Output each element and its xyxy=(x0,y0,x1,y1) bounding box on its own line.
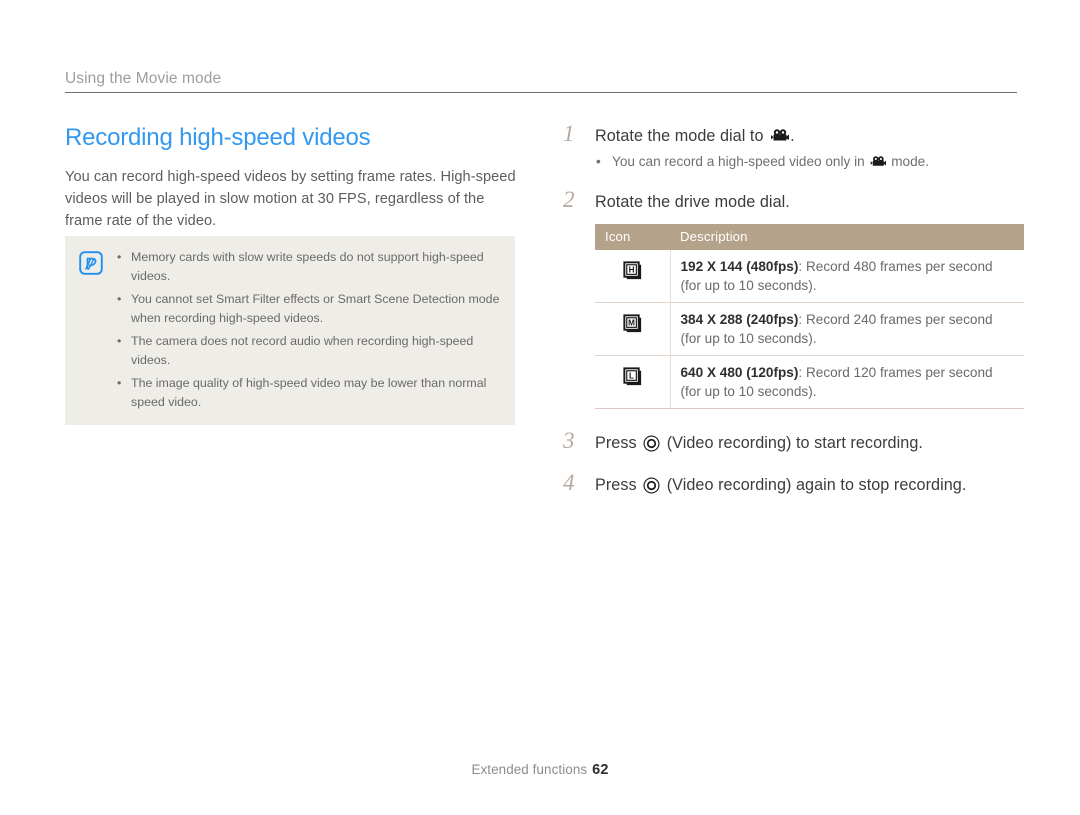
step-1-subnote: • You can record a high-speed video only … xyxy=(595,152,1023,172)
svg-text:M: M xyxy=(628,319,635,328)
table-row: H 192 X 144 (480fps): Record 480 frames … xyxy=(595,250,1024,303)
bullet-glyph: • xyxy=(117,376,122,390)
movie-camera-icon xyxy=(869,154,887,167)
note-pen-icon xyxy=(79,251,103,275)
note-bullet-text: Memory cards with slow write speeds do n… xyxy=(131,250,484,283)
step-number: 4 xyxy=(563,470,575,495)
step-number: 3 xyxy=(563,428,575,453)
step-text: Press (Video recording) to start recordi… xyxy=(595,431,1023,455)
subnote-text-before: You can record a high-speed video only i… xyxy=(612,154,869,169)
note-bullet-text: The image quality of high-speed video ma… xyxy=(131,376,487,409)
manual-page: Using the Movie mode Recording high-spee… xyxy=(0,0,1080,815)
step-2: 2 Rotate the drive mode dial. Icon Descr… xyxy=(563,187,1024,409)
intro-paragraph: You can record high-speed videos by sett… xyxy=(65,169,516,229)
step-3: 3 Press (Video recording) to start recor… xyxy=(563,428,1023,455)
step-text-before: Press xyxy=(595,476,642,494)
page-footer: Extended functions 62 xyxy=(0,762,1080,778)
note-bullet-text: The camera does not record audio when re… xyxy=(131,334,474,367)
step-4: 4 Press (Video recording) again to stop … xyxy=(563,470,1023,497)
table-header-description: Description xyxy=(670,224,1024,250)
running-head: Using the Movie mode xyxy=(65,70,1017,93)
high-speed-192x144-icon: H xyxy=(621,261,644,285)
video-recording-button-icon xyxy=(643,477,660,494)
table-cell-description: 192 X 144 (480fps): Record 480 frames pe… xyxy=(670,250,1024,303)
bullet-glyph: • xyxy=(117,292,122,306)
bullet-glyph: • xyxy=(596,154,601,169)
running-head-label: Using the Movie mode xyxy=(65,70,222,87)
table-cell-icon: L xyxy=(595,355,671,409)
table-header-icon: Icon xyxy=(595,224,670,250)
mode-resolution-label: 384 X 288 (240fps) xyxy=(680,312,799,327)
video-recording-button-icon xyxy=(643,435,660,452)
svg-text:L: L xyxy=(629,372,634,381)
step-1: 1 Rotate the mode dial to . • You can rec… xyxy=(563,121,1023,172)
bullet-glyph: • xyxy=(117,334,122,348)
step-number: 1 xyxy=(563,121,575,146)
left-column: Recording high-speed videos You can reco… xyxy=(65,124,525,232)
note-bullet-item: • You cannot set Smart Filter effects or… xyxy=(115,290,501,327)
note-bullet-item: • The image quality of high-speed video … xyxy=(115,374,501,411)
mode-resolution-label: 192 X 144 (480fps) xyxy=(680,259,799,274)
running-head-rule xyxy=(65,92,1017,93)
step-text-after: (Video recording) to start recording. xyxy=(662,434,923,452)
note-bullet-text: You cannot set Smart Filter effects or S… xyxy=(131,292,500,325)
page-number: 62 xyxy=(592,762,609,778)
step-text: Rotate the mode dial to . xyxy=(595,124,1023,148)
note-bullet-item: • The camera does not record audio when … xyxy=(115,332,501,369)
high-speed-384x288-icon: M xyxy=(621,314,644,338)
note-box: • Memory cards with slow write speeds do… xyxy=(65,236,515,425)
table-cell-description: 640 X 480 (120fps): Record 120 frames pe… xyxy=(670,355,1024,409)
page-title: Recording high-speed videos xyxy=(65,124,371,151)
subnote-text-after: mode. xyxy=(887,154,930,169)
step-number: 2 xyxy=(563,187,575,212)
step-text-after: . xyxy=(790,127,795,145)
table-cell-icon: H xyxy=(595,250,671,303)
footer-section-label: Extended functions xyxy=(471,762,588,777)
note-bullet-item: • Memory cards with slow write speeds do… xyxy=(115,248,501,285)
table-header-row: Icon Description xyxy=(595,224,1024,250)
note-bullet-list: • Memory cards with slow write speeds do… xyxy=(115,248,501,411)
movie-camera-icon xyxy=(769,126,790,141)
high-speed-640x480-icon: L xyxy=(621,367,644,391)
svg-text:H: H xyxy=(628,266,634,275)
step-text-before: Press xyxy=(595,434,642,452)
bullet-glyph: • xyxy=(117,250,122,264)
right-column: 1 Rotate the mode dial to . • You can rec… xyxy=(563,121,1024,499)
step-text: Press (Video recording) again to stop re… xyxy=(595,473,1023,497)
table-cell-icon: M xyxy=(595,302,671,356)
mode-resolution-label: 640 X 480 (120fps) xyxy=(680,365,799,380)
step-text-after: (Video recording) again to stop recordin… xyxy=(662,476,967,494)
step-text: Rotate the drive mode dial. xyxy=(595,193,790,211)
table-row: M 384 X 288 (240fps): Record 240 frames … xyxy=(595,302,1024,356)
drive-mode-table: Icon Description H 192 X 144 (480fps): R… xyxy=(595,224,1024,409)
table-cell-description: 384 X 288 (240fps): Record 240 frames pe… xyxy=(670,302,1024,356)
step-text-before: Rotate the mode dial to xyxy=(595,127,769,145)
table-row: L 640 X 480 (120fps): Record 120 frames … xyxy=(595,355,1024,409)
